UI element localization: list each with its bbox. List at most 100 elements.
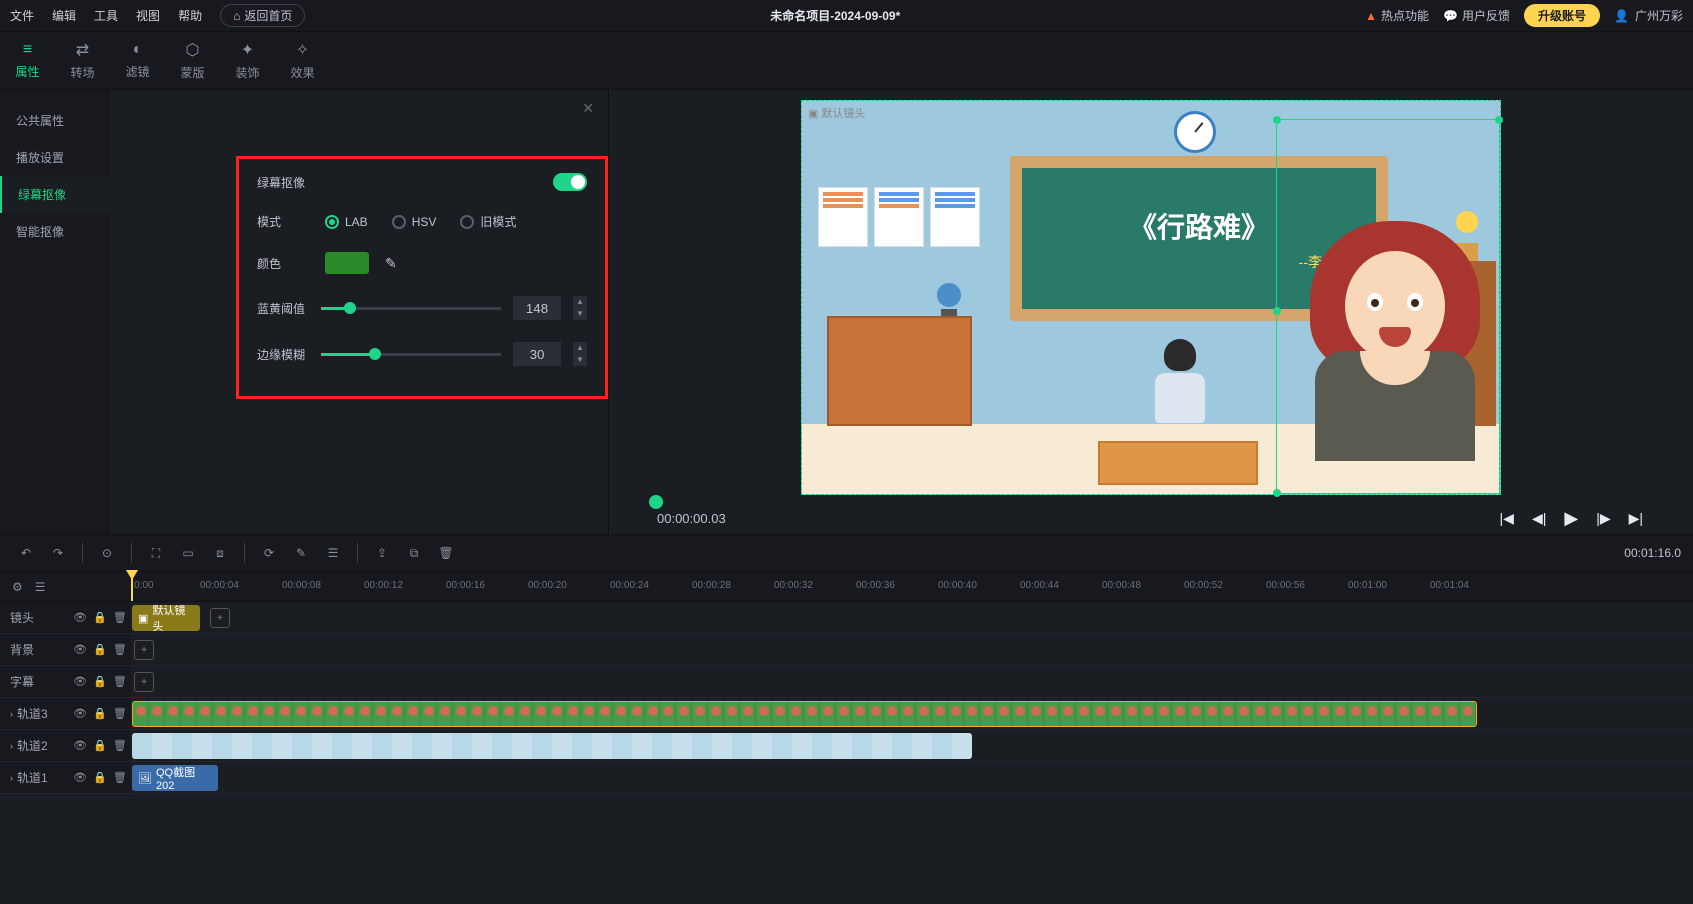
menu-file[interactable]: 文件 <box>10 7 34 24</box>
handle-bl[interactable] <box>1273 489 1281 497</box>
lock-icon[interactable]: 🔒 <box>93 771 107 784</box>
timeline-ruler[interactable]: 0:00 00:00:04 00:00:08 00:00:12 00:00:16… <box>130 572 1693 601</box>
close-icon[interactable]: ✕ <box>582 100 594 117</box>
trash-icon[interactable]: 🗑 <box>113 643 127 656</box>
playhead[interactable] <box>131 572 133 601</box>
prev-frame-icon[interactable]: ◀| <box>1532 510 1546 527</box>
undo-icon[interactable]: ↶ <box>12 539 40 567</box>
scrub-thumb[interactable] <box>649 495 663 509</box>
cat-smartmatte[interactable]: 智能抠像 <box>0 213 110 250</box>
home-button[interactable]: ⌂ 返回首页 <box>220 4 305 27</box>
add-clip-button[interactable]: + <box>134 640 154 660</box>
up-icon[interactable]: ▲ <box>573 296 587 308</box>
handle-tl[interactable] <box>1273 116 1281 124</box>
copy-icon[interactable]: ⧉ <box>400 539 428 567</box>
skip-end-icon[interactable]: ▶| <box>1629 510 1643 527</box>
preview-canvas[interactable]: ▣默认镜头 《行路难》 --李白 <box>639 100 1663 495</box>
clip-greenscreen[interactable] <box>132 701 1477 727</box>
delete-icon[interactable]: 🗑 <box>432 539 460 567</box>
eye-icon[interactable]: 👁 <box>73 643 87 656</box>
menu-help[interactable]: 帮助 <box>178 7 202 24</box>
eye-icon[interactable]: 👁 <box>73 675 87 688</box>
radio-hsv[interactable]: HSV <box>392 213 437 230</box>
handle-ml[interactable] <box>1273 307 1281 315</box>
layers-icon[interactable]: ☰ <box>319 539 347 567</box>
tab-filter[interactable]: ◐滤镜 <box>110 32 165 89</box>
edit-icon[interactable]: ✎ <box>287 539 315 567</box>
handle-tr[interactable] <box>1495 116 1503 124</box>
clip-image[interactable]: 🖼QQ截图202 <box>132 765 218 791</box>
lock-icon[interactable]: 🔒 <box>93 739 107 752</box>
add-clip-button[interactable]: + <box>210 608 230 628</box>
canvas-frame[interactable]: ▣默认镜头 《行路难》 --李白 <box>801 100 1501 495</box>
radio-lab[interactable]: LAB <box>325 213 368 230</box>
eye-icon[interactable]: 👁 <box>73 739 87 752</box>
lock-icon[interactable]: 🔒 <box>93 611 107 624</box>
eye-icon[interactable]: 👁 <box>73 771 87 784</box>
tab-mask[interactable]: ⬡蒙版 <box>165 32 220 89</box>
eye-icon[interactable]: 👁 <box>73 707 87 720</box>
blur-slider[interactable] <box>321 353 501 356</box>
eye-icon[interactable]: 👁 <box>73 611 87 624</box>
upgrade-button[interactable]: 升级账号 <box>1524 4 1600 27</box>
track-lane[interactable] <box>130 698 1693 729</box>
chevron-icon[interactable]: › <box>10 709 13 719</box>
chevron-icon[interactable]: › <box>10 741 13 751</box>
radio-old[interactable]: 旧模式 <box>460 213 516 230</box>
anchor-icon[interactable]: ⊙ <box>93 539 121 567</box>
blur-input[interactable] <box>513 342 561 366</box>
add-clip-button[interactable]: + <box>134 672 154 692</box>
trash-icon[interactable]: 🗑 <box>113 611 127 624</box>
skip-start-icon[interactable]: |◀ <box>1500 510 1514 527</box>
lock-icon[interactable]: 🔒 <box>93 643 107 656</box>
menu-tools[interactable]: 工具 <box>94 7 118 24</box>
feedback-button[interactable]: 💬用户反馈 <box>1443 7 1510 24</box>
crop-icon[interactable]: ⛶ <box>142 539 170 567</box>
user-menu[interactable]: 👤广州万彩 <box>1614 7 1683 24</box>
up-icon[interactable]: ▲ <box>573 342 587 354</box>
trash-icon[interactable]: 🗑 <box>113 707 127 720</box>
threshold-slider[interactable] <box>321 307 501 310</box>
cat-common[interactable]: 公共属性 <box>0 102 110 139</box>
track-lane[interactable]: ▣默认镜头 + <box>130 602 1693 633</box>
clip-camera[interactable]: ▣默认镜头 <box>132 605 200 631</box>
split-icon[interactable]: ⧈ <box>206 539 234 567</box>
threshold-input[interactable] <box>513 296 561 320</box>
track-lane[interactable]: + <box>130 666 1693 697</box>
play-icon[interactable]: ▶ <box>1564 508 1578 529</box>
track-lane[interactable]: + <box>130 634 1693 665</box>
threshold-spinner[interactable]: ▲▼ <box>573 296 587 320</box>
selection-box[interactable] <box>1276 119 1500 494</box>
next-frame-icon[interactable]: |▶ <box>1596 510 1610 527</box>
cat-playback[interactable]: 播放设置 <box>0 139 110 176</box>
export-icon[interactable]: ⇪ <box>368 539 396 567</box>
track-lane[interactable] <box>130 730 1693 761</box>
color-picker[interactable] <box>325 252 369 274</box>
tab-decorate[interactable]: ✦装饰 <box>220 32 275 89</box>
clip-classroom[interactable] <box>132 733 972 759</box>
cat-greenscreen[interactable]: 绿幕抠像 <box>0 176 110 213</box>
layers-icon[interactable]: ☰ <box>35 580 46 594</box>
eyedropper-icon[interactable]: ✎ <box>385 255 397 272</box>
menu-view[interactable]: 视图 <box>136 7 160 24</box>
trim-icon[interactable]: ▭ <box>174 539 202 567</box>
blur-spinner[interactable]: ▲▼ <box>573 342 587 366</box>
redo-icon[interactable]: ↷ <box>44 539 72 567</box>
down-icon[interactable]: ▼ <box>573 354 587 366</box>
enable-toggle[interactable] <box>553 173 587 191</box>
trash-icon[interactable]: 🗑 <box>113 771 127 784</box>
hot-features[interactable]: ▲热点功能 <box>1365 7 1429 24</box>
tab-effect[interactable]: ✧效果 <box>275 32 330 89</box>
chevron-icon[interactable]: › <box>10 773 13 783</box>
tab-properties[interactable]: ≡属性 <box>0 32 55 89</box>
lock-icon[interactable]: 🔒 <box>93 675 107 688</box>
menu-edit[interactable]: 编辑 <box>52 7 76 24</box>
track-lane[interactable]: 🖼QQ截图202 <box>130 762 1693 793</box>
speed-icon[interactable]: ⟳ <box>255 539 283 567</box>
trash-icon[interactable]: 🗑 <box>113 739 127 752</box>
down-icon[interactable]: ▼ <box>573 308 587 320</box>
lock-icon[interactable]: 🔒 <box>93 707 107 720</box>
adjust-icon[interactable]: ⚙ <box>12 580 23 594</box>
trash-icon[interactable]: 🗑 <box>113 675 127 688</box>
tab-transition[interactable]: ⇄转场 <box>55 32 110 89</box>
